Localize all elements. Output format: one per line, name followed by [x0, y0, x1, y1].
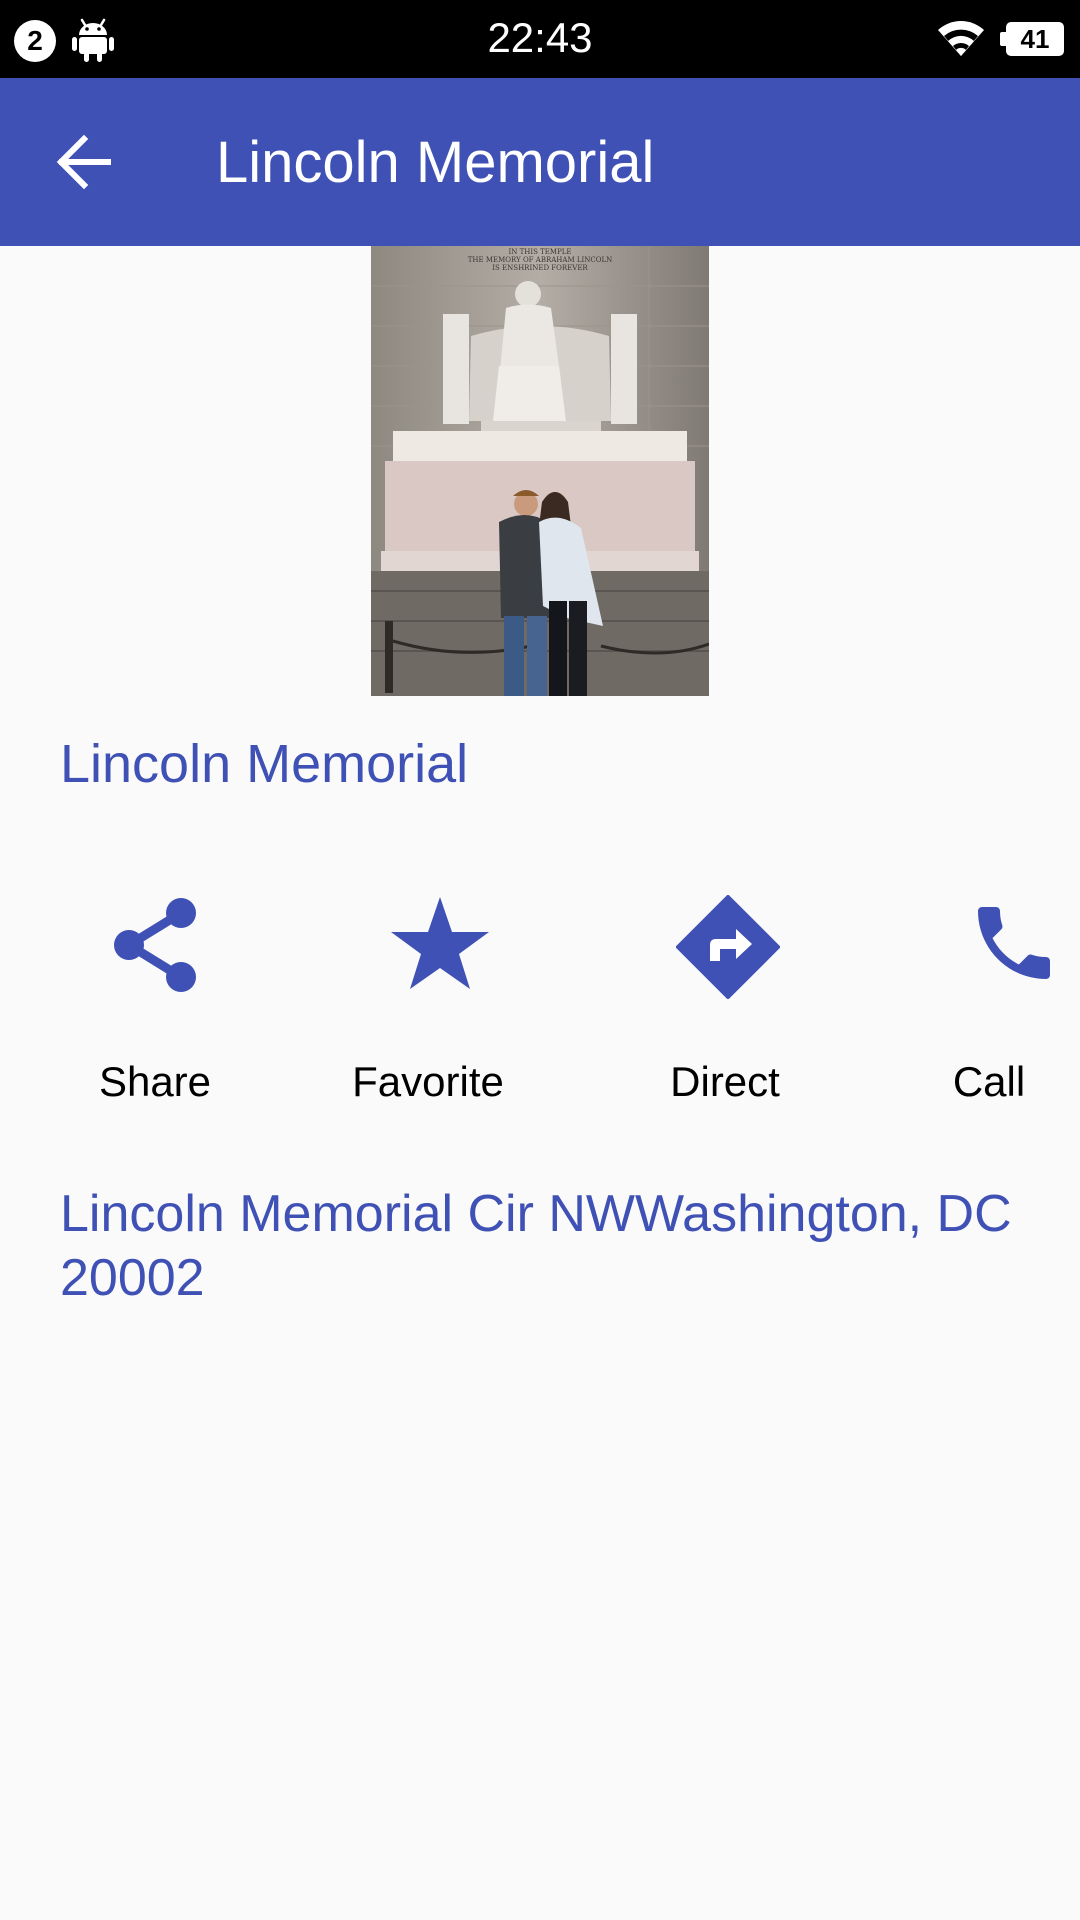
page-title: Lincoln Memorial	[216, 130, 655, 195]
status-bar: 2 22:43 41	[0, 0, 1080, 78]
share-button[interactable]: Share	[40, 895, 270, 1120]
status-time: 22:43	[487, 14, 593, 61]
battery-level: 41	[1006, 22, 1064, 56]
place-address: Lincoln Memorial Cir NWWashington, DC 20…	[60, 1185, 1012, 1307]
memorial-photo-illustration: IN THIS TEMPLE THE MEMORY OF ABRAHAM LIN…	[371, 246, 709, 696]
phone-icon	[978, 907, 1050, 979]
arrow-back-icon[interactable]	[44, 122, 124, 202]
app-bar: Lincoln Memorial	[0, 78, 1080, 246]
inscription-line-3: IS ENSHRINED FOREVER	[492, 264, 588, 272]
directions-label: Direct	[670, 1058, 780, 1105]
battery-indicator: 41	[1000, 22, 1064, 56]
share-icon	[114, 898, 196, 992]
favorite-label: Favorite	[352, 1058, 504, 1105]
directions-icon	[676, 895, 780, 999]
call-button[interactable]: Call	[874, 895, 1080, 1120]
share-label: Share	[98, 1058, 212, 1105]
call-label: Call	[952, 1058, 1026, 1105]
inscription-line-1: IN THIS TEMPLE	[508, 248, 571, 256]
place-photo[interactable]: IN THIS TEMPLE THE MEMORY OF ABRAHAM LIN…	[371, 246, 709, 696]
star-icon	[391, 897, 489, 989]
place-name: Lincoln Memorial	[60, 734, 469, 794]
inscription-line-2: THE MEMORY OF ABRAHAM LINCOLN	[468, 256, 613, 264]
directions-button[interactable]: Direct	[610, 895, 840, 1120]
favorite-button[interactable]: Favorite	[313, 895, 543, 1120]
wifi-icon	[938, 21, 984, 56]
